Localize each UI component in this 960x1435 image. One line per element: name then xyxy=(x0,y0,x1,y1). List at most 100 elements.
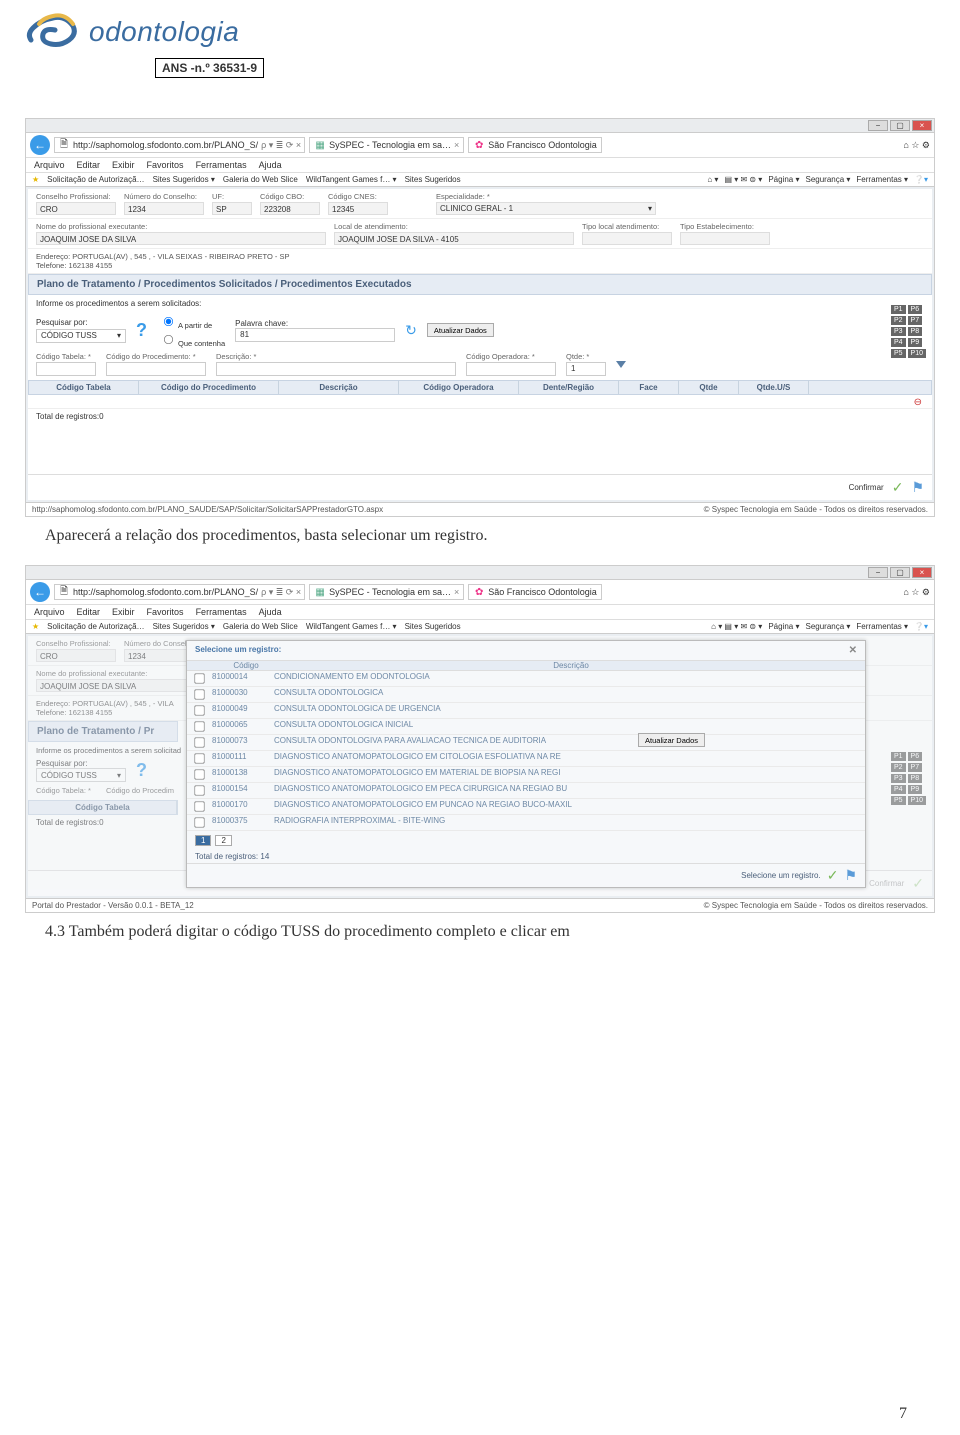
modal-list-item[interactable]: 81000049CONSULTA ODONTOLOGICA DE URGENCI… xyxy=(187,703,865,719)
atualizar-dados-button[interactable]: Atualizar Dados xyxy=(638,733,705,747)
page-number: 7 xyxy=(25,1395,935,1425)
flag-icon[interactable]: ⚑ xyxy=(844,867,857,884)
form-row-2: Nome do profissional executante:JOAQUIM … xyxy=(28,219,932,249)
back-button[interactable]: ← xyxy=(30,582,50,602)
page-1-button[interactable]: 1 xyxy=(195,835,211,846)
help-icon[interactable]: ? xyxy=(136,320,147,341)
help-icon[interactable]: ❔▾ xyxy=(914,175,928,184)
caption-1: Aparecerá a relação dos procedimentos, b… xyxy=(25,523,935,549)
menu-arquivo[interactable]: Arquivo xyxy=(34,160,65,170)
modal-total: Total de registros: 14 xyxy=(187,850,865,863)
menu-ferramentas[interactable]: Ferramentas xyxy=(196,160,247,170)
browser-nav-bar: ← 🗎 http://saphomolog.sfodonto.com.br/PL… xyxy=(26,133,934,158)
modal-confirm-icon[interactable]: ✓ xyxy=(827,867,839,884)
rss-icon[interactable]: ▤ ▾ ✉ ⊜ ▾ xyxy=(724,175,762,184)
confirmar-label: Confirmar xyxy=(849,483,884,492)
tool-ferramentas[interactable]: Ferramentas ▾ xyxy=(856,175,908,184)
modal-list-item[interactable]: 81000030CONSULTA ODONTOLOGICA xyxy=(187,687,865,703)
form-footer: Confirmar ✓ ⚑ xyxy=(28,474,932,500)
modal-list-item[interactable]: 81000138DIAGNOSTICO ANATOMOPATOLOGICO EM… xyxy=(187,767,865,783)
modal-list-item[interactable]: 81000065CONSULTA ODONTOLOGICA INICIAL xyxy=(187,719,865,735)
modal-list-item[interactable]: 81000073CONSULTA ODONTOLOGIVA PARA AVALI… xyxy=(187,735,865,751)
screenshot-1: − ▢ × ← 🗎 http://saphomolog.sfodonto.com… xyxy=(25,118,935,517)
tab-icon: ▦ xyxy=(314,139,326,151)
url-text: http://saphomolog.sfodonto.com.br/PLANO_… xyxy=(73,140,258,150)
menu-editar[interactable]: Editar xyxy=(77,160,101,170)
radio-apartir[interactable]: A partir de xyxy=(157,312,225,330)
form-row-1: Conselho Profissional:CRO Número do Cons… xyxy=(28,189,932,219)
address-bar[interactable]: 🗎 http://saphomolog.sfodonto.com.br/PLAN… xyxy=(54,137,305,153)
fav-item[interactable]: Sites Sugeridos ▾ xyxy=(153,175,215,184)
tab-syspec[interactable]: ▦ SySPEC - Tecnologia em sa… × xyxy=(309,137,464,153)
endereco-row: Endereço: PORTUGAL(AV) , 545 , - VILA SE… xyxy=(28,249,932,274)
modal-close-icon[interactable]: ✕ xyxy=(849,645,857,656)
proc-table-header: Código Tabela Código do Procedimento Des… xyxy=(28,380,932,395)
address-bar[interactable]: 🗎http://saphomolog.sfodonto.com.br/PLANO… xyxy=(54,584,305,600)
window-close-button[interactable]: × xyxy=(912,567,932,578)
especialidade-select[interactable]: CLINICO GERAL - 1▾ xyxy=(436,202,656,215)
fav-item[interactable]: Galeria do Web Slice xyxy=(223,175,298,184)
fav-item[interactable]: Sites Sugeridos xyxy=(405,175,461,184)
window-max-button[interactable]: ▢ xyxy=(890,567,910,578)
fav-item[interactable]: WildTangent Games f… ▾ xyxy=(306,175,397,184)
tool-pagina[interactable]: Página ▾ xyxy=(768,175,799,184)
add-row-icon[interactable] xyxy=(616,361,626,368)
page-icon: 🗎 xyxy=(58,139,70,151)
flag-icon[interactable]: ⚑ xyxy=(911,479,924,496)
selecione-registro-modal: Selecione um registro: ✕ Código Descriçã… xyxy=(186,640,866,888)
row-checkbox[interactable] xyxy=(194,737,204,747)
menu-bar: Arquivo Editar Exibir Favoritos Ferramen… xyxy=(26,158,934,173)
radio-contenha[interactable]: Que contenha xyxy=(157,330,225,348)
caption-2: 4.3 Também poderá digitar o código TUSS … xyxy=(25,919,935,945)
pesquisar-select[interactable]: CÓDIGO TUSS▾ xyxy=(36,329,126,343)
fav-item[interactable]: Solicitação de Autorizaçã… xyxy=(47,175,144,184)
delete-icon[interactable]: ⊖ xyxy=(914,397,922,406)
tab-icon: ✿ xyxy=(473,139,485,151)
row-checkbox[interactable] xyxy=(194,785,204,795)
window-min-button[interactable]: − xyxy=(868,567,888,578)
modal-list-item[interactable]: 81000154DIAGNOSTICO ANATOMOPATOLOGICO EM… xyxy=(187,783,865,799)
tab-syspec[interactable]: ▦SySPEC - Tecnologia em sa…× xyxy=(309,584,464,600)
modal-list-item[interactable]: 81000111DIAGNOSTICO ANATOMOPATOLOGICO EM… xyxy=(187,751,865,767)
refresh-icon[interactable]: ↻ xyxy=(405,322,417,339)
modal-pagination: 1 2 xyxy=(187,831,865,850)
tab-sf[interactable]: ✿ São Francisco Odontologia xyxy=(468,137,602,153)
confirm-check-icon[interactable]: ✓ xyxy=(892,479,904,496)
modal-list-item[interactable]: 81000170DIAGNOSTICO ANATOMOPATOLOGICO EM… xyxy=(187,799,865,815)
row-checkbox[interactable] xyxy=(194,801,204,811)
house-icon[interactable]: ⌂ ▾ xyxy=(707,175,718,184)
side-page-badges: P1P6 P2P7 P3P8 P4P9 P5P10 xyxy=(891,752,926,805)
side-page-badges: P1P6 P2P7 P3P8 P4P9 P5P10 xyxy=(891,305,926,358)
tool-seguranca[interactable]: Segurança ▾ xyxy=(805,175,850,184)
window-close-button[interactable]: × xyxy=(912,120,932,131)
section-title: Plano de Tratamento / Procedimentos Soli… xyxy=(28,274,932,295)
menu-ajuda[interactable]: Ajuda xyxy=(259,160,282,170)
row-checkbox[interactable] xyxy=(194,721,204,731)
search-area: Informe os procedimentos a serem solicit… xyxy=(28,295,932,380)
modal-footer-hint: Selecione um registro. xyxy=(741,871,821,880)
menu-exibir[interactable]: Exibir xyxy=(112,160,135,170)
window-min-button[interactable]: − xyxy=(868,120,888,131)
modal-title: Selecione um registro: xyxy=(195,645,281,656)
page-2-button[interactable]: 2 xyxy=(215,835,231,846)
modal-list-item[interactable]: 81000014CONDICIONAMENTO EM ODONTOLOGIA xyxy=(187,671,865,687)
atualizar-dados-button[interactable]: Atualizar Dados xyxy=(427,323,494,337)
tab-sf[interactable]: ✿São Francisco Odontologia xyxy=(468,584,602,600)
screenshot-2: − ▢ × ← 🗎http://saphomolog.sfodonto.com.… xyxy=(25,565,935,913)
row-checkbox[interactable] xyxy=(194,673,204,683)
row-checkbox[interactable] xyxy=(194,689,204,699)
modal-list-item[interactable]: 81000375RADIOGRAFIA INTERPROXIMAL - BITE… xyxy=(187,815,865,831)
window-titlebar: − ▢ × xyxy=(26,119,934,133)
brand-header: odontologia xyxy=(25,10,935,54)
menu-favoritos[interactable]: Favoritos xyxy=(147,160,184,170)
palavra-chave-input[interactable]: 81 xyxy=(235,328,395,342)
back-button[interactable]: ← xyxy=(30,135,50,155)
row-checkbox[interactable] xyxy=(194,705,204,715)
row-checkbox[interactable] xyxy=(194,753,204,763)
hint-text: Informe os procedimentos a serem solicit… xyxy=(36,299,924,308)
row-checkbox[interactable] xyxy=(194,769,204,779)
home-icon[interactable]: ⌂ ☆ ⚙ xyxy=(903,140,930,151)
row-checkbox[interactable] xyxy=(194,817,204,827)
sf-logo-icon xyxy=(25,10,79,54)
window-max-button[interactable]: ▢ xyxy=(890,120,910,131)
